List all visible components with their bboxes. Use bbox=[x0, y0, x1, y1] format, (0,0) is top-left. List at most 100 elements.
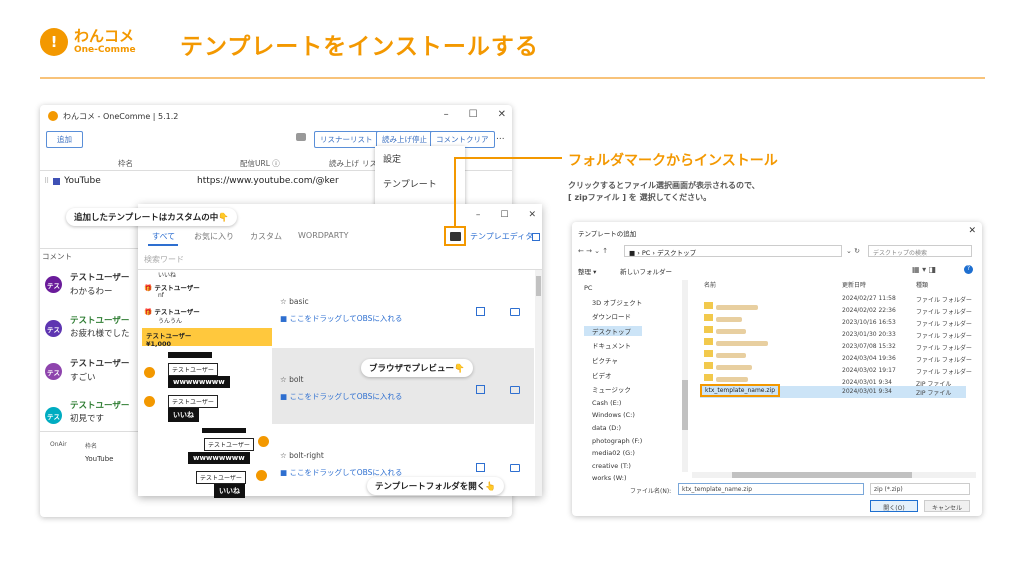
open-button[interactable]: 開く(O) bbox=[870, 500, 918, 512]
drag-to-obs[interactable]: ■ ここをドラッグしてOBSに入れる bbox=[280, 391, 402, 402]
app-logo: ! わんコメ One-Comme bbox=[40, 28, 136, 56]
tree-item[interactable]: 3D オブジェクト bbox=[584, 297, 642, 307]
h-scrollbar[interactable] bbox=[692, 472, 976, 478]
comment-user: テストユーザー bbox=[70, 273, 130, 283]
file-type: ZIP ファイル bbox=[916, 390, 952, 397]
tab-all[interactable]: すべて bbox=[152, 231, 175, 242]
footer-row: YouTube bbox=[85, 455, 114, 463]
comment-label: コメント bbox=[42, 252, 72, 261]
organize-button[interactable]: 整理 ▾ bbox=[578, 266, 596, 276]
preview-user: テストユーザー bbox=[168, 363, 218, 376]
close-icon[interactable]: ✕ bbox=[968, 226, 976, 236]
tree-item[interactable]: Cash (E:) bbox=[584, 399, 642, 407]
stream-row[interactable]: ⠿ YouTube bbox=[44, 176, 101, 186]
selected-file[interactable]: ktx_template_name.zip bbox=[700, 384, 781, 397]
col-name[interactable]: 名前 bbox=[704, 280, 716, 289]
tree-item[interactable]: ピクチャ bbox=[584, 355, 642, 365]
file-type: ファイル フォルダー bbox=[916, 309, 972, 316]
stream-url[interactable]: https://www.youtube.com/@ker bbox=[197, 176, 339, 186]
file-type: ファイル フォルダー bbox=[916, 345, 972, 352]
help-icon[interactable]: ? bbox=[964, 265, 973, 274]
file-date: 2024/02/27 11:58 bbox=[842, 295, 896, 302]
external-link-icon[interactable] bbox=[532, 233, 540, 241]
tab-wordparty[interactable]: WORDPARTY bbox=[298, 231, 348, 240]
template-row: いいね 🎁 テストユーザー nf 🎁 テストユーザー うんうん テストユーザー ¥… bbox=[138, 270, 534, 348]
minimize-icon[interactable]: – bbox=[444, 109, 449, 120]
menu-item-settings[interactable]: 設定 bbox=[375, 146, 465, 171]
tree-item[interactable]: data (D:) bbox=[584, 424, 642, 432]
avatar: テス bbox=[45, 363, 62, 380]
view-icon[interactable]: ▦ ▾ ◨ bbox=[912, 265, 936, 274]
tree-item[interactable]: デスクトップ bbox=[584, 325, 643, 336]
tree-item[interactable]: photograph (F:) bbox=[584, 437, 642, 445]
preview-user: テストユーザー bbox=[168, 395, 218, 408]
avatar: テス bbox=[45, 407, 62, 424]
connector-line bbox=[454, 157, 562, 159]
listener-list-button[interactable]: リスナーリスト bbox=[314, 131, 379, 148]
tab-custom[interactable]: カスタム bbox=[250, 231, 282, 242]
tree-item[interactable]: media02 (G:) bbox=[584, 449, 642, 457]
preview-icon[interactable] bbox=[476, 307, 485, 316]
preview-icon[interactable] bbox=[476, 385, 485, 394]
col-name: 枠名 bbox=[118, 159, 133, 168]
tree-scrollbar[interactable] bbox=[682, 280, 688, 472]
drag-to-obs[interactable]: ■ ここをドラッグしてOBSに入れる bbox=[280, 313, 402, 324]
col-date[interactable]: 更新日時 bbox=[842, 280, 866, 289]
search-input[interactable]: デスクトップの検索 bbox=[868, 245, 972, 257]
template-name: ☆ bolt bbox=[280, 375, 304, 384]
tree-item[interactable]: creative (T:) bbox=[584, 462, 642, 470]
col-type[interactable]: 種類 bbox=[916, 280, 928, 289]
tree-item[interactable]: ドキュメント bbox=[584, 340, 642, 350]
tab-favorites[interactable]: お気に入り bbox=[194, 231, 234, 242]
callout-folder: テンプレートフォルダを開く👆 bbox=[367, 477, 504, 495]
row-color-icon bbox=[53, 177, 61, 185]
close-icon[interactable]: ✕ bbox=[528, 210, 536, 220]
search-input[interactable]: 検索ワード bbox=[138, 248, 542, 270]
filetype-select[interactable]: zip (*.zip) bbox=[870, 483, 970, 495]
maximize-icon[interactable]: ☐ bbox=[500, 210, 508, 220]
maximize-icon[interactable]: ☐ bbox=[469, 109, 478, 120]
drag-handle-icon[interactable]: ⠿ bbox=[44, 177, 49, 185]
comment-text: わかるわー bbox=[70, 287, 113, 297]
close-icon[interactable]: ✕ bbox=[498, 109, 506, 120]
section-divider bbox=[40, 248, 140, 249]
menu-item-template[interactable]: テンプレート bbox=[375, 171, 465, 196]
tree-item[interactable]: PC bbox=[584, 284, 642, 292]
more-icon[interactable]: ... bbox=[496, 132, 505, 142]
open-folder-icon[interactable] bbox=[510, 308, 520, 316]
add-button[interactable]: 追加 bbox=[46, 131, 83, 148]
tree-item[interactable]: ミュージック bbox=[584, 384, 642, 394]
preview-text: いいね bbox=[214, 484, 245, 498]
tab-indicator bbox=[148, 244, 178, 246]
title-bar: わんコメ - OneComme | 5.1.2 – ☐ ✕ bbox=[40, 105, 512, 127]
preview-user: テストユーザー bbox=[196, 471, 246, 484]
tree-item[interactable]: ビデオ bbox=[584, 370, 642, 380]
dialog-title: テンプレートの追加 bbox=[578, 230, 637, 238]
tree-item[interactable]: Windows (C:) bbox=[584, 411, 642, 419]
template-editor-link[interactable]: テンプレエディタ bbox=[470, 231, 533, 242]
open-folder-icon[interactable] bbox=[510, 386, 520, 394]
address-bar[interactable]: ■ › PC › デスクトップ bbox=[624, 245, 842, 257]
new-folder-button[interactable]: 新しいフォルダー bbox=[620, 266, 672, 276]
nav-arrows[interactable]: ← → ⌄ ↑ bbox=[578, 247, 608, 255]
template-row: テストユーザー wwwwwwww テストユーザー いいね ☆ bolt ■ ここ… bbox=[138, 348, 534, 424]
cancel-button[interactable]: キャンセル bbox=[924, 500, 970, 512]
logo-icon: ! bbox=[40, 28, 68, 56]
file-date: 2024/03/02 19:17 bbox=[842, 367, 896, 374]
tree-item[interactable]: works (W:) bbox=[584, 474, 642, 482]
open-folder-icon[interactable] bbox=[510, 464, 520, 472]
instruction-heading: フォルダマークからインストール bbox=[568, 153, 778, 169]
template-name: ☆ basic bbox=[280, 297, 309, 306]
scrollbar[interactable] bbox=[535, 270, 542, 496]
connector-line bbox=[454, 157, 456, 227]
camera-icon[interactable] bbox=[296, 133, 306, 141]
template-name: ☆ bolt-right bbox=[280, 451, 324, 460]
preview-text: いいね bbox=[168, 408, 199, 422]
filename-input[interactable]: ktx_template_name.zip bbox=[678, 483, 864, 495]
minimize-icon[interactable]: – bbox=[476, 210, 481, 220]
tree-item[interactable]: ダウンロード bbox=[584, 311, 642, 321]
preview-icon[interactable] bbox=[476, 463, 485, 472]
folder-tree: PC 3D オブジェクト ダウンロード デスクトップ ドキュメント ピクチャ ビ… bbox=[584, 284, 643, 482]
refresh-icon[interactable]: ⌄ ↻ bbox=[846, 247, 860, 255]
drag-label: ここをドラッグしてOBSに入れる bbox=[289, 392, 403, 401]
